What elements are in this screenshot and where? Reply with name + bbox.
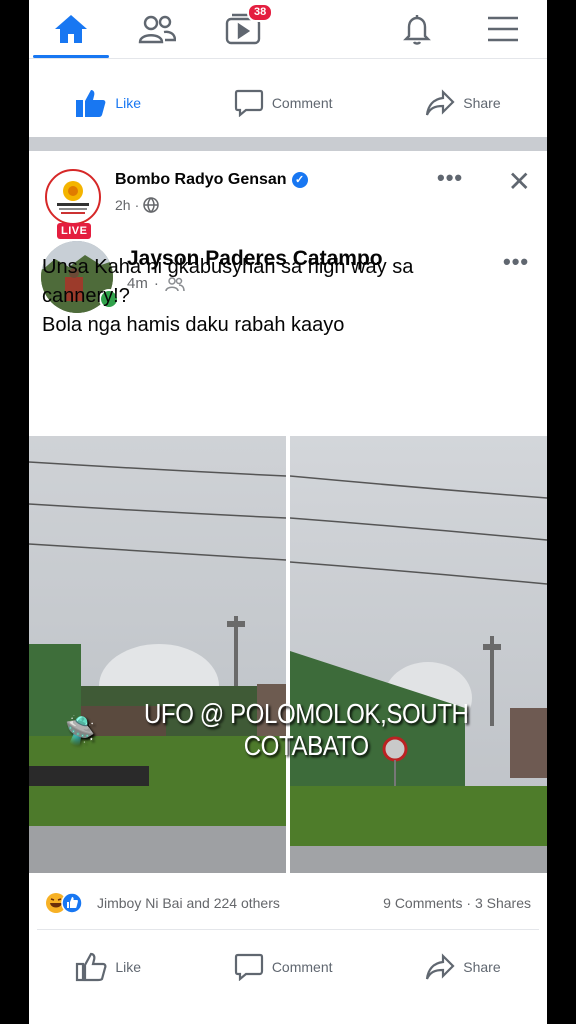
watch-badge: 38 bbox=[247, 3, 274, 22]
reactions-summary[interactable]: Jimboy Ni Bai and 224 others 9 Comments … bbox=[29, 884, 547, 922]
post-text-line: Bola nga hamis daku rabah kaayo bbox=[42, 314, 345, 336]
meta-dot: · bbox=[466, 895, 475, 911]
nav-home[interactable] bbox=[29, 0, 113, 58]
nav-menu[interactable] bbox=[461, 0, 545, 58]
feed-separator bbox=[29, 137, 547, 151]
page-name[interactable]: Bombo Radyo Gensan ✓ bbox=[115, 171, 308, 189]
like-reaction-icon bbox=[61, 892, 83, 914]
comments-count[interactable]: 9 Comments bbox=[383, 895, 462, 911]
verified-icon: ✓ bbox=[291, 172, 308, 188]
friends-icon bbox=[138, 15, 176, 44]
thumbs-up-icon bbox=[76, 90, 106, 117]
like-label: Like bbox=[115, 959, 142, 975]
menu-icon bbox=[488, 16, 518, 42]
comment-label: Comment bbox=[271, 95, 333, 111]
nav-friends[interactable] bbox=[115, 0, 199, 58]
live-badge: LIVE bbox=[57, 223, 92, 239]
top-nav: 38 bbox=[29, 0, 547, 59]
photo-left[interactable] bbox=[29, 436, 286, 873]
photo-right[interactable] bbox=[290, 436, 547, 873]
share-icon bbox=[426, 953, 455, 980]
post-text: Unsa Kaha ni gkabusyhan sa high way sa c… bbox=[42, 253, 532, 340]
photo-left-image bbox=[29, 436, 286, 873]
share-label: Share bbox=[463, 95, 501, 111]
like-button[interactable]: Like bbox=[75, 88, 141, 118]
post-photos[interactable]: 🛸 UFO @ POLOMOLOK,SOUTH COTABATO bbox=[29, 436, 547, 873]
like-label: Like bbox=[115, 95, 142, 111]
home-icon bbox=[55, 15, 87, 43]
overlay-caption-text: UFO @ POLOMOLOK,SOUTH COTABATO bbox=[143, 698, 469, 761]
share-button[interactable]: Share bbox=[425, 89, 501, 117]
thumbs-up-icon bbox=[76, 952, 107, 982]
nav-watch[interactable]: 38 bbox=[201, 0, 285, 58]
like-button[interactable]: Like bbox=[75, 952, 141, 982]
nav-notifications[interactable] bbox=[375, 0, 459, 58]
page-name-text: Bombo Radyo Gensan bbox=[115, 171, 287, 188]
engagement-counts: 9 Comments · 3 Shares bbox=[383, 895, 531, 911]
post-header: LIVE Bombo Radyo Gensan ✓ 2h · ••• ✕ bbox=[29, 151, 547, 241]
photo-right-image bbox=[290, 436, 547, 873]
post-meta: 2h · bbox=[115, 197, 159, 213]
close-icon[interactable]: ✕ bbox=[508, 165, 531, 198]
post-options-icon[interactable]: ••• bbox=[437, 165, 463, 191]
comment-icon bbox=[234, 953, 263, 981]
share-button[interactable]: Share bbox=[425, 953, 501, 981]
comment-button[interactable]: Comment bbox=[234, 953, 333, 981]
share-icon bbox=[426, 89, 455, 116]
post-actions: Like Comment Share bbox=[29, 932, 547, 1002]
post-text-line: cannery!? bbox=[42, 285, 130, 307]
facebook-app: 38 Like Comment Share LIVE Bombo Radyo G… bbox=[29, 0, 547, 1024]
meta-dot: · bbox=[134, 197, 140, 213]
globe-icon bbox=[143, 197, 159, 213]
divider bbox=[37, 929, 539, 930]
shares-count[interactable]: 3 Shares bbox=[475, 895, 531, 911]
comment-button[interactable]: Comment bbox=[234, 89, 333, 117]
post-time: 2h bbox=[115, 197, 131, 213]
comment-label: Comment bbox=[271, 959, 333, 975]
page-logo-icon bbox=[57, 181, 89, 214]
previous-post-actions: Like Comment Share bbox=[29, 68, 547, 138]
ufo-icon: 🛸 bbox=[65, 714, 95, 746]
overlay-caption: 🛸 UFO @ POLOMOLOK,SOUTH COTABATO bbox=[65, 698, 510, 762]
page-avatar[interactable] bbox=[45, 169, 101, 225]
comment-icon bbox=[234, 89, 263, 117]
notifications-icon bbox=[403, 15, 431, 45]
share-label: Share bbox=[463, 959, 501, 975]
reactions-text[interactable]: Jimboy Ni Bai and 224 others bbox=[97, 895, 280, 911]
post-text-line: Unsa Kaha ni gkabusyhan sa high way sa bbox=[42, 256, 414, 278]
